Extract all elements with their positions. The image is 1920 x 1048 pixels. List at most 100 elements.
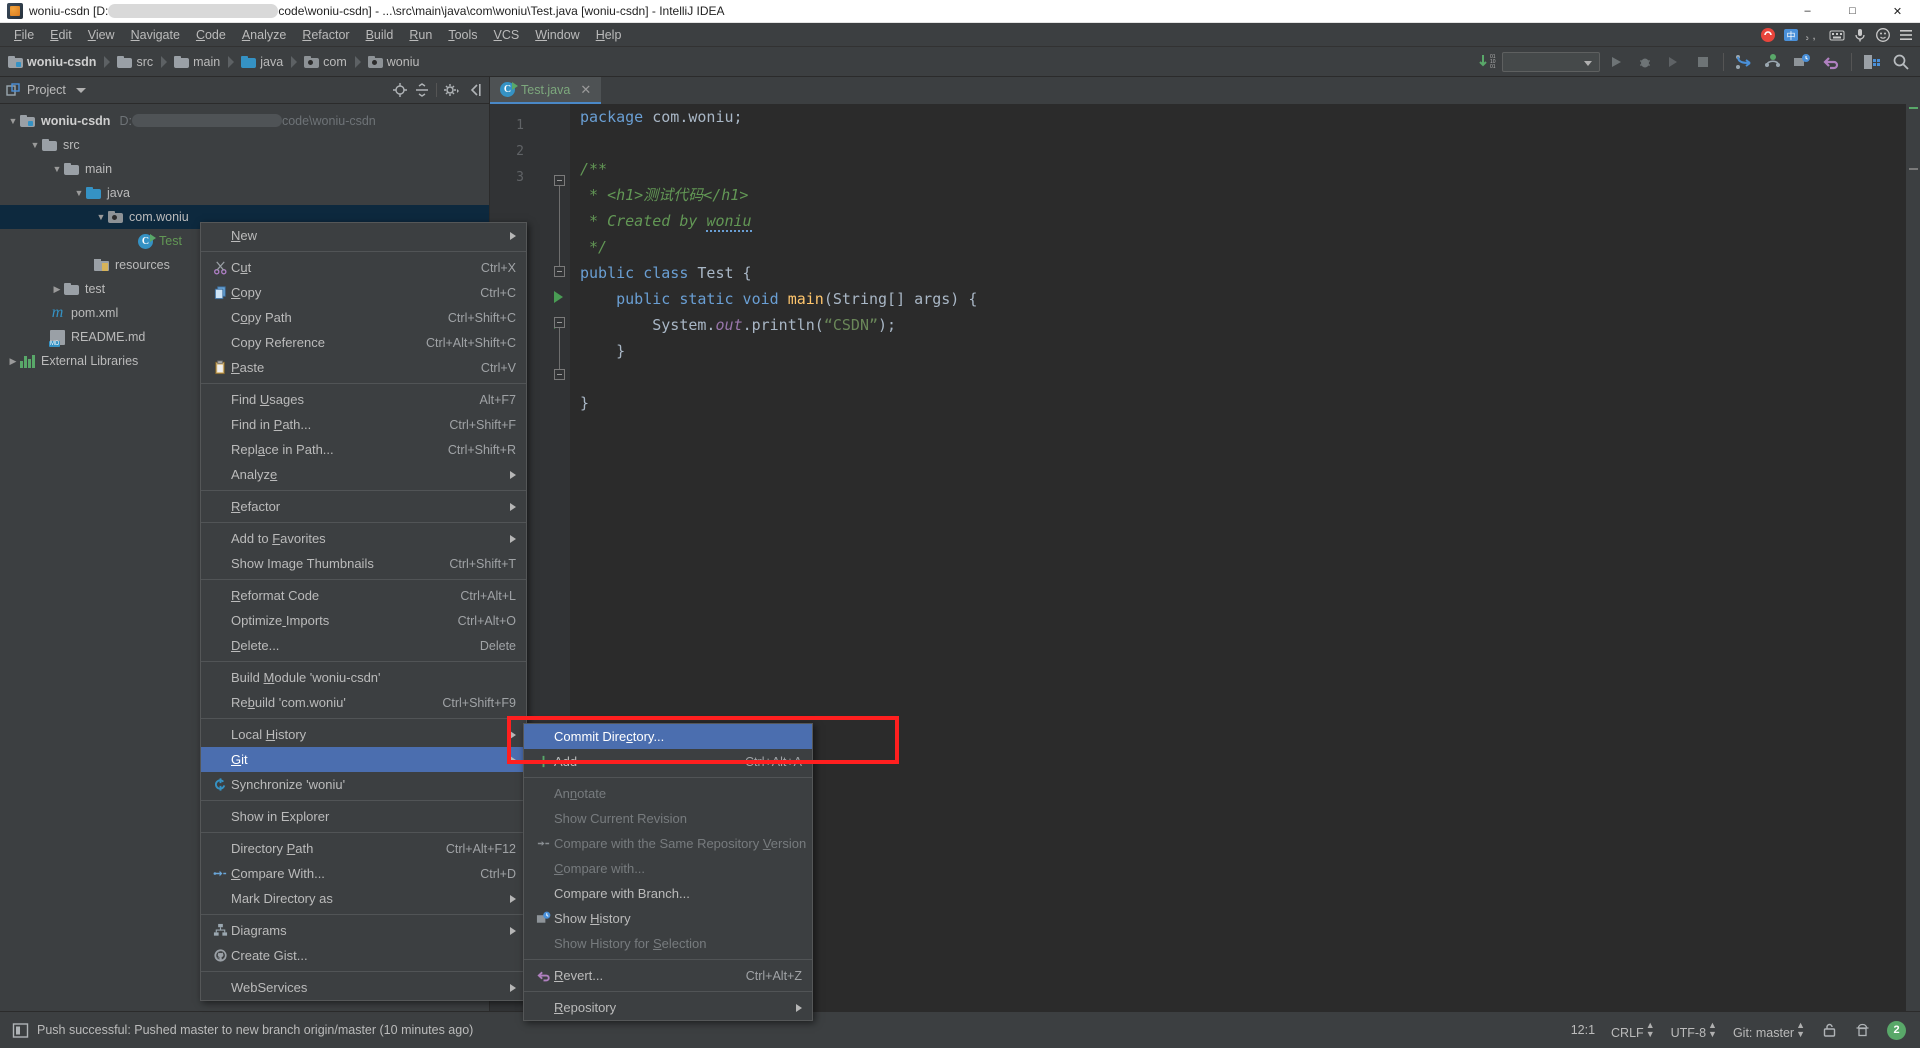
collapse-all-icon[interactable] bbox=[414, 82, 430, 98]
line-separator-indicator[interactable]: CRLF▲ ▼ bbox=[1611, 1020, 1655, 1040]
tab-test-java[interactable]: Test.java ✕ bbox=[490, 77, 602, 104]
git-submenu[interactable]: Commit Directory... Add Ctrl+Alt+A Annotate… bbox=[523, 723, 813, 1021]
breadcrumb-item-woniu-csdn[interactable]: woniu-csdn bbox=[6, 55, 98, 69]
commit-vcs-icon[interactable] bbox=[1760, 51, 1786, 73]
context-menu-item-new[interactable]: New bbox=[201, 223, 526, 248]
fold-marker-method[interactable] bbox=[554, 317, 565, 328]
context-menu-item-copy-path[interactable]: Copy Path Ctrl+Shift+C bbox=[201, 305, 526, 330]
search-everywhere-icon[interactable] bbox=[1888, 51, 1914, 73]
context-menu-item-diagrams[interactable]: Diagrams bbox=[201, 918, 526, 943]
debug-button[interactable] bbox=[1632, 51, 1658, 73]
event-log-icon[interactable] bbox=[12, 1022, 29, 1039]
menu-item-navigate[interactable]: Navigate bbox=[123, 25, 188, 45]
context-menu-item-mark-directory-as[interactable]: Mark Directory as bbox=[201, 886, 526, 911]
lock-icon[interactable] bbox=[1821, 1022, 1838, 1039]
context-menu-item-cut[interactable]: Cut Ctrl+X bbox=[201, 255, 526, 280]
context-menu-item-show-in-explorer[interactable]: Show in Explorer bbox=[201, 804, 526, 829]
context-menu-item-git[interactable]: Git bbox=[201, 747, 526, 772]
chinese-input-icon[interactable]: 中 bbox=[1783, 27, 1799, 43]
encoding-indicator[interactable]: UTF-8▲ ▼ bbox=[1671, 1020, 1717, 1040]
close-button[interactable]: ✕ bbox=[1875, 0, 1920, 23]
context-menu-item-synchronize-woniu[interactable]: Synchronize 'woniu' bbox=[201, 772, 526, 797]
git-menu-item-revert[interactable]: Revert... Ctrl+Alt+Z bbox=[524, 963, 812, 988]
context-menu-item-reformat-code[interactable]: Reformat Code Ctrl+Alt+L bbox=[201, 583, 526, 608]
update-vcs-icon[interactable] bbox=[1731, 51, 1757, 73]
context-menu-item-optimize-imports[interactable]: Optimize Imports Ctrl+Alt+O bbox=[201, 608, 526, 633]
minimize-button[interactable]: – bbox=[1785, 0, 1830, 23]
context-menu-item-delete[interactable]: Delete... Delete bbox=[201, 633, 526, 658]
caret-position[interactable]: 12:1 bbox=[1571, 1023, 1595, 1037]
keyboard-icon[interactable] bbox=[1829, 27, 1845, 43]
close-icon[interactable]: ✕ bbox=[580, 82, 591, 98]
hide-panel-icon[interactable] bbox=[467, 82, 483, 98]
menu-item-file[interactable]: File bbox=[6, 25, 42, 45]
status-message-area[interactable]: Push successful: Pushed master to new br… bbox=[0, 1022, 473, 1039]
context-menu-item-local-history[interactable]: Local History bbox=[201, 722, 526, 747]
fold-marker-javadoc-start[interactable] bbox=[554, 175, 565, 186]
expand-arrow-icon[interactable] bbox=[72, 188, 86, 198]
tree-item-java[interactable]: java bbox=[0, 181, 489, 205]
menu-item-analyze[interactable]: Analyze bbox=[234, 25, 294, 45]
ime-menu-icon[interactable] bbox=[1898, 27, 1914, 43]
breadcrumb-item-java[interactable]: java bbox=[239, 55, 285, 69]
fold-marker-javadoc-end[interactable] bbox=[554, 266, 565, 277]
fold-marker-method-end[interactable] bbox=[554, 369, 565, 380]
context-menu-item-compare-with[interactable]: Compare With... Ctrl+D bbox=[201, 861, 526, 886]
revert-icon[interactable] bbox=[1818, 51, 1844, 73]
collapse-arrow-icon[interactable] bbox=[6, 356, 20, 367]
context-menu-item-paste[interactable]: Paste Ctrl+V bbox=[201, 355, 526, 380]
git-menu-item-repository[interactable]: Repository bbox=[524, 995, 812, 1020]
menu-item-window[interactable]: Window bbox=[527, 25, 587, 45]
run-button[interactable] bbox=[1603, 51, 1629, 73]
gear-icon[interactable] bbox=[443, 82, 461, 98]
run-class-gutter-icon[interactable] bbox=[554, 291, 563, 303]
context-menu-item-copy-reference[interactable]: Copy Reference Ctrl+Alt+Shift+C bbox=[201, 330, 526, 355]
git-menu-item-commit-directory[interactable]: Commit Directory... bbox=[524, 724, 812, 749]
context-menu-item-rebuild-com-woniu[interactable]: Rebuild 'com.woniu' Ctrl+Shift+F9 bbox=[201, 690, 526, 715]
run-configuration-combo[interactable] bbox=[1502, 51, 1600, 72]
context-menu-item-add-to-favorites[interactable]: Add to Favorites bbox=[201, 526, 526, 551]
chevron-down-icon[interactable] bbox=[75, 87, 86, 93]
menu-item-help[interactable]: Help bbox=[588, 25, 630, 45]
breadcrumb-item-src[interactable]: src bbox=[115, 55, 155, 69]
punctuation-icon[interactable]: ,。 bbox=[1806, 27, 1822, 43]
context-menu-item-refactor[interactable]: Refactor bbox=[201, 494, 526, 519]
expand-arrow-icon[interactable] bbox=[94, 212, 108, 222]
expand-arrow-icon[interactable] bbox=[50, 164, 64, 174]
menu-item-build[interactable]: Build bbox=[358, 25, 402, 45]
git-branch-indicator[interactable]: Git: master▲ ▼ bbox=[1733, 1020, 1805, 1040]
locate-file-icon[interactable] bbox=[392, 82, 408, 98]
notification-badge[interactable]: 2 bbox=[1887, 1020, 1906, 1040]
context-menu-item-find-in-path[interactable]: Find in Path... Ctrl+Shift+F bbox=[201, 412, 526, 437]
context-menu-item-create-gist[interactable]: Create Gist... bbox=[201, 943, 526, 968]
breadcrumb-item-woniu[interactable]: woniu bbox=[366, 55, 422, 69]
inspection-hector-icon[interactable] bbox=[1854, 1022, 1871, 1039]
maximize-button[interactable]: □ bbox=[1830, 0, 1875, 23]
expand-arrow-icon[interactable] bbox=[6, 116, 20, 126]
tree-item-woniu-csdn[interactable]: woniu-csdn D: code\woniu-csdn bbox=[0, 109, 489, 133]
tree-item-src[interactable]: src bbox=[0, 133, 489, 157]
update-project-icon[interactable]: 011001 bbox=[1477, 52, 1499, 72]
context-menu-item-show-image-thumbnails[interactable]: Show Image Thumbnails Ctrl+Shift+T bbox=[201, 551, 526, 576]
context-menu-item-find-usages[interactable]: Find Usages Alt+F7 bbox=[201, 387, 526, 412]
menu-item-vcs[interactable]: VCS bbox=[486, 25, 528, 45]
menu-item-edit[interactable]: Edit bbox=[42, 25, 80, 45]
breadcrumb-item-com[interactable]: com bbox=[302, 55, 349, 69]
git-menu-item-show-history[interactable]: Show History bbox=[524, 906, 812, 931]
menu-item-run[interactable]: Run bbox=[401, 25, 440, 45]
microphone-icon[interactable] bbox=[1852, 27, 1868, 43]
git-menu-item-add[interactable]: Add Ctrl+Alt+A bbox=[524, 749, 812, 774]
context-menu-item-build-module-woniu-csdn[interactable]: Build Module 'woniu-csdn' bbox=[201, 665, 526, 690]
context-menu-item-replace-in-path[interactable]: Replace in Path... Ctrl+Shift+R bbox=[201, 437, 526, 462]
menu-item-view[interactable]: View bbox=[80, 25, 123, 45]
coverage-button[interactable] bbox=[1661, 51, 1687, 73]
database-icon[interactable] bbox=[1859, 51, 1885, 73]
context-menu-item-copy[interactable]: Copy Ctrl+C bbox=[201, 280, 526, 305]
stop-button[interactable] bbox=[1690, 51, 1716, 73]
context-menu-item-analyze[interactable]: Analyze bbox=[201, 462, 526, 487]
breadcrumb-item-main[interactable]: main bbox=[172, 55, 222, 69]
menu-item-code[interactable]: Code bbox=[188, 25, 234, 45]
expand-arrow-icon[interactable] bbox=[28, 140, 42, 150]
project-context-menu[interactable]: New Cut Ctrl+X Copy Ctrl+C Copy Path Ctrl+Shif… bbox=[200, 222, 527, 1001]
context-menu-item-webservices[interactable]: WebServices bbox=[201, 975, 526, 1000]
